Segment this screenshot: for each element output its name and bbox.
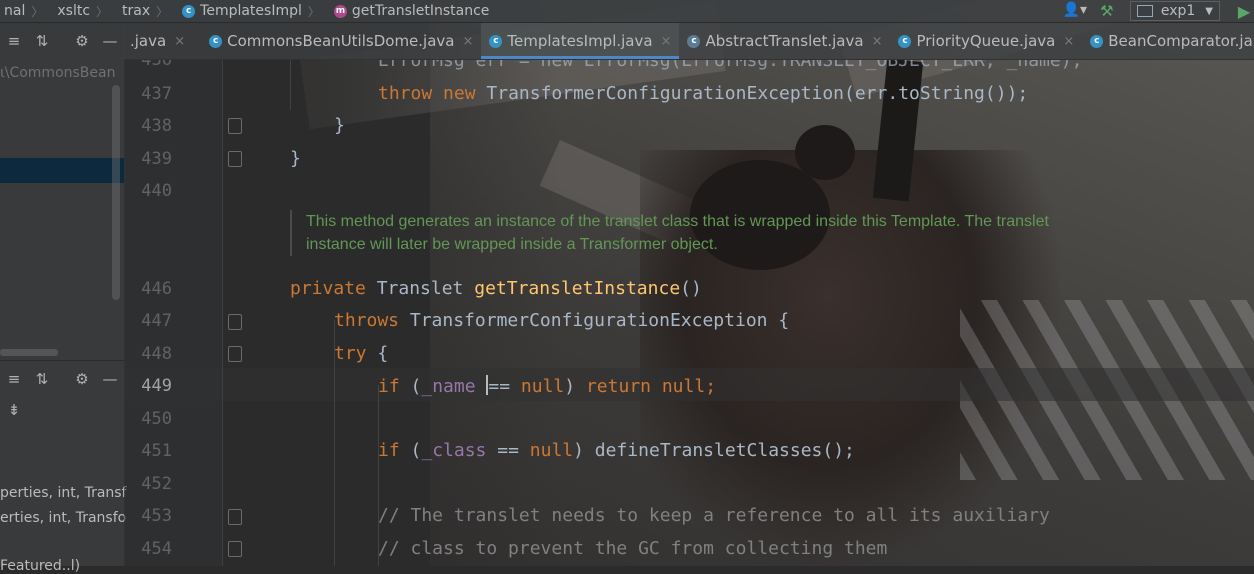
code-line-454: // class to prevent the GC from collecti…: [378, 538, 888, 559]
class-icon: c: [182, 4, 196, 18]
tab-java[interactable]: .java ×: [124, 23, 193, 59]
code-line-446: private Translet getTransletInstance(): [290, 278, 702, 299]
method-icon: m: [333, 4, 347, 18]
code-line-449: if (_name == null) return null;: [378, 375, 717, 397]
collapse-all-icon[interactable]: ⇅: [28, 370, 56, 388]
code-line-439: }: [290, 148, 301, 169]
minimize-icon[interactable]: —: [96, 370, 124, 388]
structure-toolbar: ≡ ⇅ ⚙ —: [0, 361, 124, 397]
line-number: 438: [141, 116, 172, 136]
code-line-436: ErrorMsg err = new ErrorMsg(ErrorMsg.TRA…: [378, 60, 1083, 71]
selected-tree-row[interactable]: [0, 158, 124, 183]
line-number: 450: [141, 409, 172, 429]
collapse-all-icon[interactable]: ⇅: [28, 32, 56, 50]
close-icon[interactable]: ×: [1063, 34, 1074, 49]
line-number: 448: [141, 344, 172, 364]
navigation-bar: nal 〉 xsltc 〉 trax 〉 c TemplatesImpl 〉 m getTr…: [0, 0, 1254, 23]
chevron-right-icon: 〉: [31, 4, 44, 19]
code-line-448: try {: [334, 343, 389, 364]
line-number: 437: [141, 84, 172, 104]
structure-item[interactable]: Featured..l): [0, 558, 80, 574]
run-configuration-select[interactable]: exp1 ▼: [1129, 1, 1220, 21]
breadcrumb-method[interactable]: m getTransletInstance: [330, 0, 494, 22]
configuration-icon: [1136, 5, 1153, 17]
fold-marker-icon[interactable]: [228, 314, 242, 330]
chevron-right-icon: 〉: [307, 4, 320, 19]
structure-item[interactable]: perties, int, Transf: [0, 485, 127, 501]
tab-abstracttranslet[interactable]: c AbstractTranslet.java ×: [679, 23, 890, 59]
chevron-right-icon: 〉: [96, 4, 109, 19]
project-tool-window: ≡ ⇅ ⚙ — ι\CommonsBean ≡ ⇅ ⚙ — ⇟ perties,…: [0, 23, 127, 574]
sort-icon[interactable]: ⇟: [0, 401, 28, 419]
tab-commonsbeanutilsdome[interactable]: c CommonsBeanUtilsDome.java ×: [201, 23, 481, 59]
class-icon: c: [1090, 34, 1104, 48]
code-line-451: if (_class == null) defineTransletClasse…: [378, 440, 855, 461]
align-icon[interactable]: ≡: [0, 32, 28, 50]
code-line-447: throws TransformerConfigurationException…: [334, 310, 790, 331]
breadcrumb-package-nal[interactable]: nal 〉: [0, 0, 53, 22]
horizontal-scrollbar[interactable]: [0, 349, 58, 356]
breadcrumb-class[interactable]: c TemplatesImpl 〉: [178, 0, 330, 22]
class-icon: c: [209, 34, 223, 48]
project-toolbar: ≡ ⇅ ⚙ —: [0, 23, 124, 59]
line-number: 453: [141, 506, 172, 526]
close-icon[interactable]: ×: [872, 34, 883, 49]
class-icon: c: [898, 34, 912, 48]
close-icon[interactable]: ×: [661, 34, 672, 49]
close-icon[interactable]: ×: [174, 34, 185, 49]
line-number: 452: [141, 474, 172, 494]
code-line-453: // The translet needs to keep a referenc…: [378, 505, 1050, 526]
structure-toolbar-row2: ⇟: [0, 395, 124, 425]
run-icon[interactable]: ▶: [1234, 2, 1254, 21]
fold-marker-icon[interactable]: [228, 118, 242, 134]
line-number-current: 449: [141, 376, 172, 396]
project-tree-item[interactable]: ι\CommonsBean: [0, 65, 115, 81]
indent-guide: [290, 60, 291, 110]
fold-marker-icon[interactable]: [228, 346, 242, 362]
editor-tab-bar: .java × c CommonsBeanUtilsDome.java × c Temp…: [124, 23, 1254, 60]
breadcrumb-package-xsltc[interactable]: xsltc 〉: [53, 0, 118, 22]
build-hammer-icon[interactable]: ⚒: [1096, 2, 1118, 20]
line-number: 451: [141, 441, 172, 461]
rendered-doc-comment[interactable]: This method generates an instance of the…: [290, 210, 1086, 256]
line-number: 440: [141, 181, 172, 201]
tab-beancomparator[interactable]: c BeanComparator.ja: [1082, 23, 1254, 59]
abstract-class-icon: c: [687, 34, 701, 48]
fold-marker-icon[interactable]: [228, 541, 242, 557]
fold-marker-icon[interactable]: [228, 151, 242, 167]
user-icon[interactable]: 👤▾: [1062, 2, 1088, 20]
minimize-icon[interactable]: —: [96, 32, 124, 50]
gear-icon[interactable]: ⚙: [68, 370, 96, 388]
tab-templatesimpl[interactable]: c TemplatesImpl.java ×: [481, 23, 680, 59]
breadcrumb-package-trax[interactable]: trax 〉: [118, 0, 178, 22]
line-number: 447: [141, 311, 172, 331]
class-icon: c: [489, 34, 503, 48]
line-number: 439: [141, 149, 172, 169]
tab-priorityqueue[interactable]: c PriorityQueue.java ×: [890, 23, 1082, 59]
chevron-down-icon: ▼: [1205, 5, 1213, 17]
line-number: 454: [141, 539, 172, 559]
code-line-437: throw new TransformerConfigurationExcept…: [378, 83, 1029, 104]
line-number: 446: [141, 279, 172, 299]
close-icon[interactable]: ×: [462, 34, 473, 49]
vertical-scrollbar[interactable]: [112, 85, 120, 300]
fold-marker-icon[interactable]: [228, 509, 242, 525]
align-icon[interactable]: ≡: [0, 370, 28, 388]
line-number: 436: [141, 60, 172, 70]
gear-icon[interactable]: ⚙: [68, 32, 96, 50]
chevron-right-icon: 〉: [156, 4, 169, 19]
code-line-438: }: [334, 115, 345, 136]
code-editor[interactable]: 436 437 438 439 440 446 447 448 449 450 …: [124, 60, 1254, 566]
structure-item[interactable]: erties, int, Transfo: [0, 510, 126, 526]
